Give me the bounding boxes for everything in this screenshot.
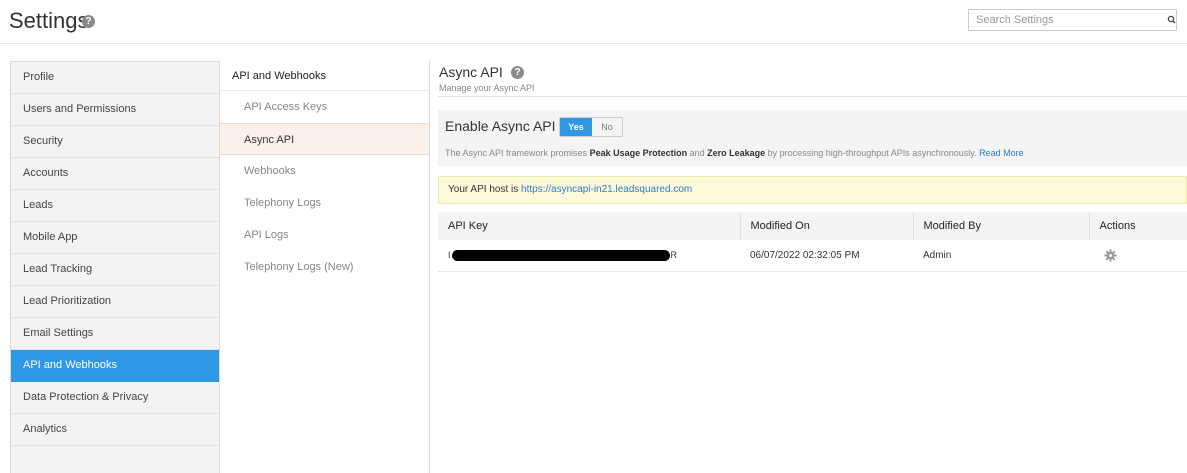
sidebar-item-accounts[interactable]: Accounts <box>11 158 219 190</box>
sidebar-item-users-and-permissions[interactable]: Users and Permissions <box>11 94 219 126</box>
host-prefix: Your API host is <box>448 184 522 195</box>
api-subnav: API and Webhooks API Access Keys Async A… <box>220 61 430 473</box>
api-host-link[interactable]: https://asyncapi-in21.leadsquared.com <box>521 184 692 195</box>
search-icon[interactable] <box>1167 13 1177 27</box>
sidebar-item-profile[interactable]: Profile <box>11 62 219 94</box>
sidebar-item-mobile-app[interactable]: Mobile App <box>11 222 219 254</box>
description-text: The Async API framework promises <box>445 148 590 158</box>
toggle-no-button[interactable]: No <box>592 118 622 136</box>
sidebar-item-leads[interactable]: Leads <box>11 190 219 222</box>
help-icon[interactable]: ? <box>511 66 524 79</box>
api-key-start: I <box>448 249 451 260</box>
page-title: Settings <box>9 8 89 33</box>
column-header-actions: Actions <box>1089 212 1187 240</box>
sidebar-item-lead-prioritization[interactable]: Lead Prioritization <box>11 286 219 318</box>
help-icon[interactable]: ? <box>82 15 95 28</box>
enable-async-toggle: Yes No <box>559 117 623 137</box>
settings-sidebar: Profile Users and Permissions Security A… <box>10 61 220 473</box>
sidebar-item-security[interactable]: Security <box>11 126 219 158</box>
enable-async-label: Enable Async API <box>445 118 556 134</box>
subnav-item-api-access-keys[interactable]: API Access Keys <box>220 91 429 123</box>
actions-cell <box>1089 240 1187 272</box>
redaction-bar <box>451 249 670 261</box>
subnav-item-telephony-logs-new[interactable]: Telephony Logs (New) <box>220 251 429 283</box>
table-row: IR 06/07/2022 02:32:05 PM Admin <box>438 240 1187 272</box>
column-header-modified-by: Modified By <box>913 212 1090 240</box>
page-header: Settings ? <box>0 0 1187 44</box>
subnav-item-api-logs[interactable]: API Logs <box>220 219 429 251</box>
section-subtitle: Manage your Async API <box>439 83 535 93</box>
subnav-item-telephony-logs[interactable]: Telephony Logs <box>220 187 429 219</box>
api-key-end: R <box>670 249 678 260</box>
subnav-heading: API and Webhooks <box>220 61 429 91</box>
toggle-yes-button[interactable]: Yes <box>560 118 592 136</box>
async-description: The Async API framework promises Peak Us… <box>445 148 1024 158</box>
api-host-banner: Your API host is https://asyncapi-in21.l… <box>438 176 1187 204</box>
description-bold: Peak Usage Protection <box>589 148 688 158</box>
subnav-item-webhooks[interactable]: Webhooks <box>220 155 429 187</box>
column-header-api-key: API Key <box>438 212 741 240</box>
section-title: Async API <box>439 64 503 80</box>
search-box <box>968 9 1177 31</box>
table-header-row: API Key Modified On Modified By Actions <box>438 212 1187 240</box>
column-header-modified-on: Modified On <box>740 212 914 240</box>
sidebar-item-data-protection[interactable]: Data Protection & Privacy <box>11 382 219 414</box>
divider <box>438 96 1187 97</box>
description-text: and <box>687 148 708 158</box>
sidebar-item-email-settings[interactable]: Email Settings <box>11 318 219 350</box>
search-input[interactable] <box>969 10 1164 30</box>
subnav-item-async-api[interactable]: Async API <box>220 123 429 155</box>
description-text: by processing high-throughput APIs async… <box>765 148 980 158</box>
modified-on-cell: 06/07/2022 02:32:05 PM <box>740 240 913 272</box>
api-key-table: API Key Modified On Modified By Actions … <box>438 212 1187 272</box>
sidebar-item-lead-tracking[interactable]: Lead Tracking <box>11 254 219 286</box>
modified-by-cell: Admin <box>913 240 1089 272</box>
sidebar-item-analytics[interactable]: Analytics <box>11 414 219 446</box>
gear-icon[interactable] <box>1104 249 1117 262</box>
read-more-link[interactable]: Read More <box>979 148 1024 158</box>
description-bold: Zero Leakage <box>707 148 766 158</box>
sidebar-item-api-and-webhooks[interactable]: API and Webhooks <box>11 350 219 382</box>
api-key-cell: IR <box>438 240 740 272</box>
enable-async-box: Enable Async API Yes No The Async API fr… <box>438 110 1187 166</box>
